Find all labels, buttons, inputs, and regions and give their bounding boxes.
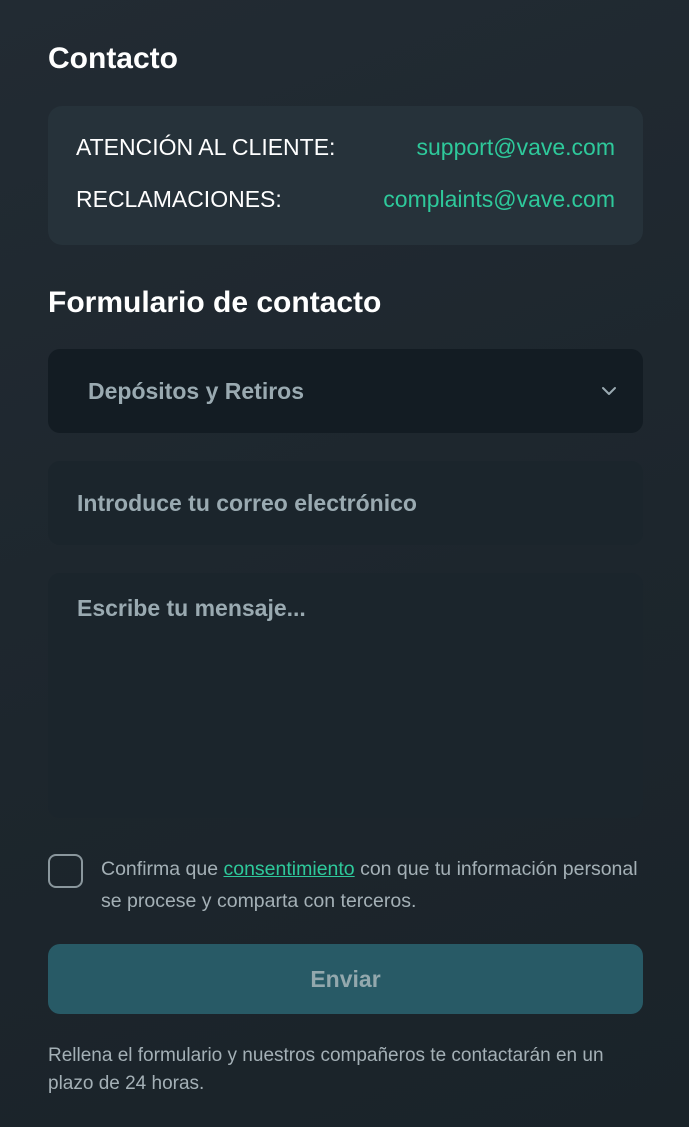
complaints-label: RECLAMACIONES:	[76, 186, 282, 212]
consent-link[interactable]: consentimiento	[223, 858, 354, 880]
support-email-link[interactable]: support@vave.com	[417, 134, 616, 161]
email-input[interactable]	[48, 461, 643, 545]
consent-text: Confirma que consentimiento con que tu i…	[101, 853, 643, 917]
consent-row: Confirma que consentimiento con que tu i…	[48, 854, 643, 917]
contact-row-complaints: RECLAMACIONES: complaints@vave.com	[76, 186, 615, 213]
consent-checkbox[interactable]	[48, 854, 83, 888]
topic-select[interactable]: Depósitos y Retiros	[48, 349, 643, 433]
complaints-email-link[interactable]: complaints@vave.com	[383, 186, 615, 213]
chevron-down-icon	[601, 383, 617, 399]
contact-row-support: ATENCIÓN AL CLIENTE: support@vave.com	[76, 134, 615, 161]
contact-info-card: ATENCIÓN AL CLIENTE: support@vave.com RE…	[48, 106, 643, 245]
topic-select-value: Depósitos y Retiros	[88, 377, 304, 404]
consent-prefix: Confirma que	[101, 858, 219, 880]
contact-title: Contacto	[48, 42, 178, 75]
submit-button[interactable]: Enviar	[48, 944, 643, 1014]
form-title: Formulario de contacto	[48, 286, 382, 319]
form-footnote: Rellena el formulario y nuestros compañe…	[48, 1045, 604, 1094]
support-label: ATENCIÓN AL CLIENTE:	[76, 134, 336, 160]
message-textarea[interactable]	[48, 573, 643, 818]
